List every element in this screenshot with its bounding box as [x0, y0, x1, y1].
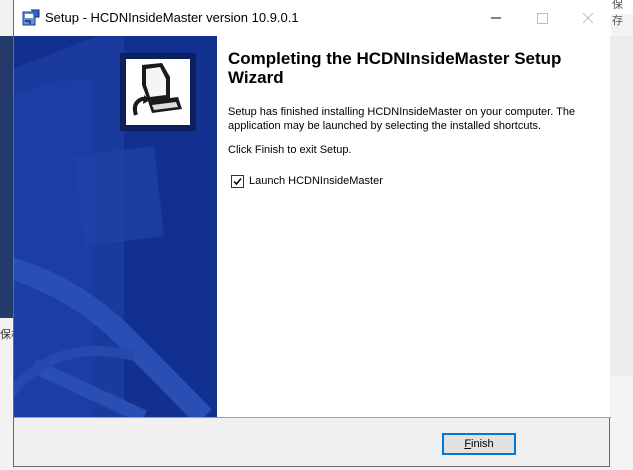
window-title: Setup - HCDNInsideMaster version 10.9.0.… — [45, 10, 299, 25]
maximize-button[interactable] — [519, 0, 565, 36]
finish-button[interactable]: Finish — [442, 433, 516, 455]
wizard-banner — [14, 36, 217, 417]
desktop-right-panel — [610, 36, 633, 376]
checkmark-icon — [233, 178, 242, 186]
launch-checkbox[interactable] — [231, 175, 244, 188]
minimize-icon — [491, 17, 501, 19]
footer-divider — [14, 417, 611, 418]
launch-checkbox-label[interactable]: Launch HCDNInsideMaster — [249, 175, 383, 187]
installer-logo — [120, 53, 196, 131]
close-button[interactable] — [565, 0, 611, 36]
exit-instruction: Click Finish to exit Setup. — [228, 144, 352, 156]
maximize-icon — [537, 13, 548, 24]
finish-label-rest: inish — [471, 438, 494, 450]
completion-message: Setup has finished installing HCDNInside… — [228, 106, 576, 132]
close-icon — [582, 12, 594, 24]
setup-window: Setup - HCDNInsideMaster version 10.9.0.… — [13, 0, 611, 467]
minimize-button[interactable] — [473, 0, 519, 36]
wizard-content: Completing the HCDNInsideMaster Setup Wi… — [217, 36, 610, 417]
desktop-right-text: 保存 — [612, 0, 623, 27]
wizard-heading: Completing the HCDNInsideMaster Setup Wi… — [228, 49, 562, 87]
desktop-left-blue-window — [0, 36, 13, 318]
setup-app-icon — [22, 9, 40, 26]
title-bar[interactable]: Setup - HCDNInsideMaster version 10.9.0.… — [14, 0, 611, 36]
computer-install-icon — [122, 55, 194, 129]
